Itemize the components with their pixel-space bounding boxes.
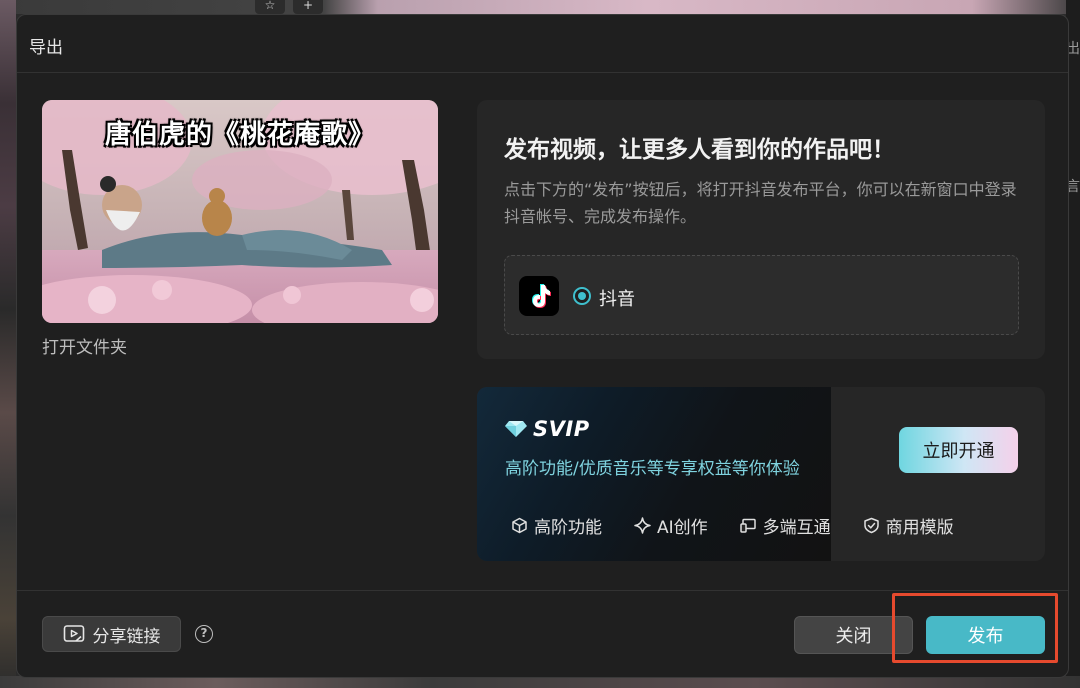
background-timeline-strip: ☆ + [0, 0, 1080, 14]
svip-label: SVIP [533, 417, 590, 441]
open-folder-link[interactable]: 打开文件夹 [42, 333, 127, 358]
feature-label: 高阶功能 [534, 518, 602, 538]
dialog-title: 导出 [29, 38, 63, 58]
douyin-logo-icon [519, 276, 559, 316]
diamond-icon [505, 421, 527, 437]
share-link-button[interactable]: 分享链接 [42, 616, 181, 652]
publish-card: 发布视频，让更多人看到你的作品吧！ 点击下方的“发布”按钮后，将打开抖音发布平台… [477, 100, 1045, 359]
platform-radio[interactable] [573, 287, 591, 305]
export-dialog: 导出 唐伯虎的《桃花庵歌》 打开文件夹 发布视频，让更多人看到你的作品吧！ 点击… [16, 14, 1069, 678]
share-link-label: 分享链接 [92, 626, 161, 647]
multi-device-icon [739, 518, 756, 533]
svip-feature-list: 高阶功能 AI创作 多端互通 商用模版 [511, 513, 986, 538]
svip-description: 高阶功能/优质音乐等专享权益等你体验 [505, 459, 800, 479]
svip-feature: 高阶功能 [511, 513, 602, 538]
feature-label: AI创作 [657, 518, 708, 538]
feature-label: 商用模版 [885, 518, 954, 538]
cube-icon [512, 517, 527, 534]
close-button[interactable]: 关闭 [794, 616, 913, 654]
platform-option-douyin[interactable]: 抖音 [504, 255, 1019, 335]
star-icon[interactable]: ☆ [255, 0, 285, 14]
svip-promo-card: SVIP 高阶功能/优质音乐等专享权益等你体验 立即开通 高阶功能 AI创作 多… [477, 387, 1045, 561]
publish-heading: 发布视频，让更多人看到你的作品吧！ [504, 137, 895, 163]
divider [17, 590, 1068, 591]
plus-icon[interactable]: + [293, 0, 323, 14]
publish-description: 点击下方的“发布”按钮后，将打开抖音发布平台，你可以在新窗口中登录抖音帐号、完成… [504, 180, 1017, 226]
svip-title: SVIP [505, 417, 590, 441]
shield-check-icon [863, 517, 879, 534]
background-media-strip [0, 0, 16, 688]
svip-feature: AI创作 [634, 513, 708, 538]
video-thumbnail: 唐伯虎的《桃花庵歌》 [42, 100, 438, 323]
thumbnail-caption: 唐伯虎的《桃花庵歌》 [104, 120, 375, 150]
feature-label: 多端互通 [762, 518, 831, 538]
share-video-icon [63, 625, 84, 642]
sparkle-icon [634, 517, 651, 534]
platform-label: 抖音 [599, 289, 635, 310]
svip-feature: 多端互通 [739, 513, 831, 538]
divider [17, 72, 1068, 73]
help-icon[interactable]: ? [195, 625, 213, 643]
publish-button[interactable]: 发布 [926, 616, 1045, 654]
svip-feature: 商用模版 [863, 513, 954, 538]
svip-subscribe-button[interactable]: 立即开通 [899, 427, 1018, 473]
